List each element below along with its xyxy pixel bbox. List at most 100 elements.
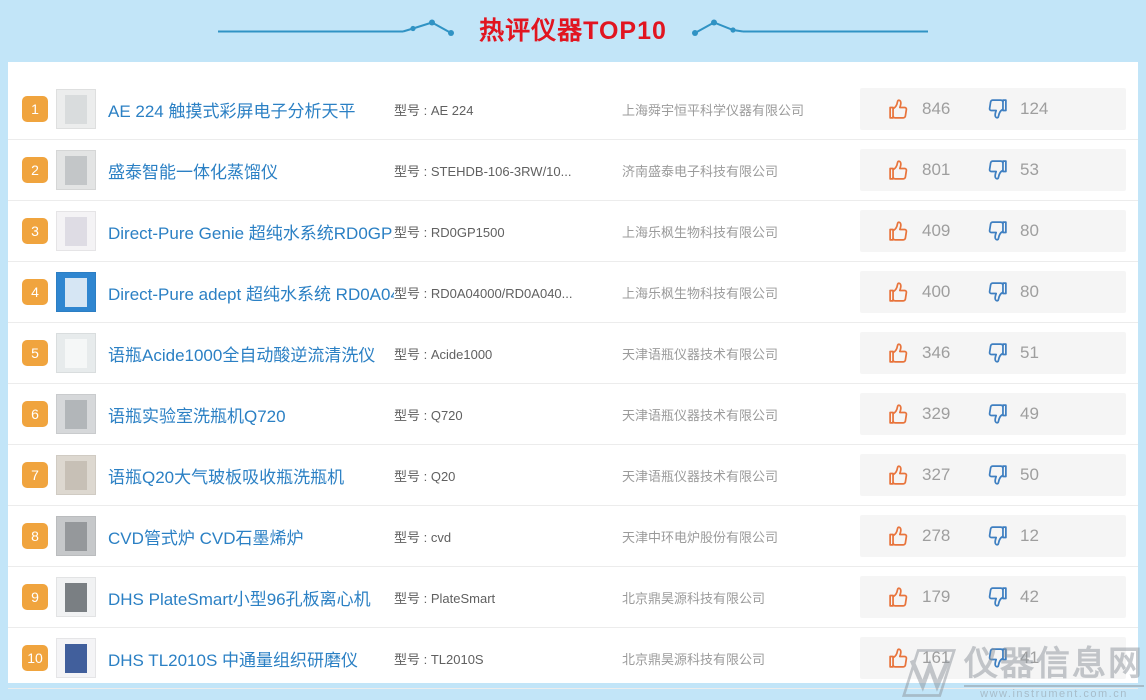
thumbs-down-count: 80 — [1020, 282, 1039, 302]
product-name-link[interactable]: 语瓶实验室洗瓶机Q720 — [108, 402, 394, 427]
product-model: 型号 : Acide1000 — [394, 344, 622, 363]
product-name-link[interactable]: DHS TL2010S 中通量组织研磨仪 — [108, 646, 394, 671]
product-thumbnail-image — [65, 278, 87, 307]
page-title: 热评仪器TOP10 — [479, 19, 667, 44]
product-thumbnail-image — [65, 644, 87, 673]
thumbs-down-icon — [984, 401, 1010, 427]
company-name: 天津中环电炉股份有限公司 — [622, 527, 860, 546]
thumbs-up-icon — [886, 340, 912, 366]
rank-badge: 9 — [22, 584, 48, 610]
product-model: 型号 : RD0GP1500 — [394, 222, 622, 241]
thumbs-up-button[interactable]: 400 — [886, 279, 984, 305]
thumbs-down-icon — [984, 584, 1010, 610]
product-thumbnail[interactable] — [56, 89, 96, 129]
thumbs-up-button[interactable]: 278 — [886, 523, 984, 549]
model-value: AE 224 — [431, 103, 474, 118]
thumbs-down-button[interactable]: 49 — [984, 401, 1039, 427]
thumbs-down-count: 50 — [1020, 465, 1039, 485]
list-item: 8 CVD管式炉 CVD石墨烯炉 型号 : cvd 天津中环电炉股份有限公司 2… — [8, 506, 1138, 567]
thumbs-up-count: 346 — [922, 343, 950, 363]
product-name-link[interactable]: 语瓶Acide1000全自动酸逆流清洗仪 — [108, 341, 394, 366]
thumbs-up-count: 400 — [922, 282, 950, 302]
product-thumbnail[interactable] — [56, 211, 96, 251]
thumbs-up-button[interactable]: 179 — [886, 584, 984, 610]
list-item: 10 DHS TL2010S 中通量组织研磨仪 型号 : TL2010S 北京鼎… — [8, 628, 1138, 689]
thumbs-down-button[interactable]: 124 — [984, 96, 1048, 122]
thumbs-up-button[interactable]: 801 — [886, 157, 984, 183]
rank-badge: 5 — [22, 340, 48, 366]
thumbs-up-icon — [886, 645, 912, 671]
rank-badge: 8 — [22, 523, 48, 549]
model-label: 型号 : — [394, 530, 431, 545]
thumbs-down-count: 12 — [1020, 526, 1039, 546]
product-name-link[interactable]: Direct-Pure adept 超纯水系统 RD0A04… — [108, 280, 394, 305]
thumbs-down-button[interactable]: 80 — [984, 218, 1039, 244]
list-item: 1 AE 224 触摸式彩屏电子分析天平 型号 : AE 224 上海舜宇恒平科… — [8, 79, 1138, 140]
thumbs-up-count: 278 — [922, 526, 950, 546]
product-thumbnail[interactable] — [56, 516, 96, 556]
model-label: 型号 : — [394, 103, 431, 118]
thumbs-up-button[interactable]: 329 — [886, 401, 984, 427]
list-item: 7 语瓶Q20大气玻板吸收瓶洗瓶机 型号 : Q20 天津语瓶仪器技术有限公司 … — [8, 445, 1138, 506]
vote-box: 327 50 — [860, 454, 1126, 496]
product-thumbnail[interactable] — [56, 333, 96, 373]
company-name: 上海舜宇恒平科学仪器有限公司 — [622, 100, 860, 119]
product-thumbnail[interactable] — [56, 577, 96, 617]
product-name-link[interactable]: AE 224 触摸式彩屏电子分析天平 — [108, 97, 394, 122]
product-thumbnail[interactable] — [56, 394, 96, 434]
list-item: 4 Direct-Pure adept 超纯水系统 RD0A04… 型号 : R… — [8, 262, 1138, 323]
thumbs-up-icon — [886, 462, 912, 488]
model-value: PlateSmart — [431, 591, 495, 606]
thumbs-down-button[interactable]: 51 — [984, 340, 1039, 366]
thumbs-up-icon — [886, 401, 912, 427]
product-name-link[interactable]: 盛泰智能一体化蒸馏仪 — [108, 158, 394, 183]
product-model: 型号 : AE 224 — [394, 100, 622, 119]
thumbs-down-button[interactable]: 50 — [984, 462, 1039, 488]
thumbs-down-button[interactable]: 42 — [984, 584, 1039, 610]
vote-box: 329 49 — [860, 393, 1126, 435]
product-name-link[interactable]: CVD管式炉 CVD石墨烯炉 — [108, 524, 394, 549]
thumbs-up-button[interactable]: 327 — [886, 462, 984, 488]
vote-box: 161 41 — [860, 637, 1126, 679]
thumbs-down-button[interactable]: 41 — [984, 645, 1039, 671]
model-value: Q720 — [431, 408, 463, 423]
thumbs-down-button[interactable]: 80 — [984, 279, 1039, 305]
product-thumbnail-image — [65, 522, 87, 551]
thumbs-up-button[interactable]: 346 — [886, 340, 984, 366]
vote-box: 801 53 — [860, 149, 1126, 191]
product-thumbnail-image — [65, 461, 87, 490]
model-value: Q20 — [431, 469, 456, 484]
product-name-link[interactable]: DHS PlateSmart小型96孔板离心机 — [108, 585, 394, 610]
thumbs-up-icon — [886, 523, 912, 549]
model-label: 型号 : — [394, 286, 431, 301]
rank-badge: 7 — [22, 462, 48, 488]
thumbs-up-count: 327 — [922, 465, 950, 485]
model-value: STEHDB-106-3RW/10... — [431, 164, 572, 179]
product-thumbnail[interactable] — [56, 272, 96, 312]
thumbs-up-button[interactable]: 161 — [886, 645, 984, 671]
product-thumbnail[interactable] — [56, 638, 96, 678]
thumbs-up-icon — [886, 157, 912, 183]
rank-badge: 10 — [22, 645, 48, 671]
thumbs-up-count: 329 — [922, 404, 950, 424]
product-name-link[interactable]: Direct-Pure Genie 超纯水系统RD0GP1… — [108, 219, 394, 244]
thumbs-up-button[interactable]: 846 — [886, 96, 984, 122]
company-name: 上海乐枫生物科技有限公司 — [622, 283, 860, 302]
model-label: 型号 : — [394, 408, 431, 423]
product-model: 型号 : PlateSmart — [394, 588, 622, 607]
thumbs-down-button[interactable]: 12 — [984, 523, 1039, 549]
thumbs-up-icon — [886, 218, 912, 244]
model-label: 型号 : — [394, 652, 431, 667]
thumbs-down-button[interactable]: 53 — [984, 157, 1039, 183]
company-name: 天津语瓶仪器技术有限公司 — [622, 466, 860, 485]
product-name-link[interactable]: 语瓶Q20大气玻板吸收瓶洗瓶机 — [108, 463, 394, 488]
vote-box: 400 80 — [860, 271, 1126, 313]
vote-box: 346 51 — [860, 332, 1126, 374]
thumbs-down-count: 53 — [1020, 160, 1039, 180]
product-thumbnail[interactable] — [56, 455, 96, 495]
thumbs-up-button[interactable]: 409 — [886, 218, 984, 244]
thumbs-down-count: 80 — [1020, 221, 1039, 241]
company-name: 济南盛泰电子科技有限公司 — [622, 161, 860, 180]
product-thumbnail[interactable] — [56, 150, 96, 190]
product-thumbnail-image — [65, 217, 87, 246]
